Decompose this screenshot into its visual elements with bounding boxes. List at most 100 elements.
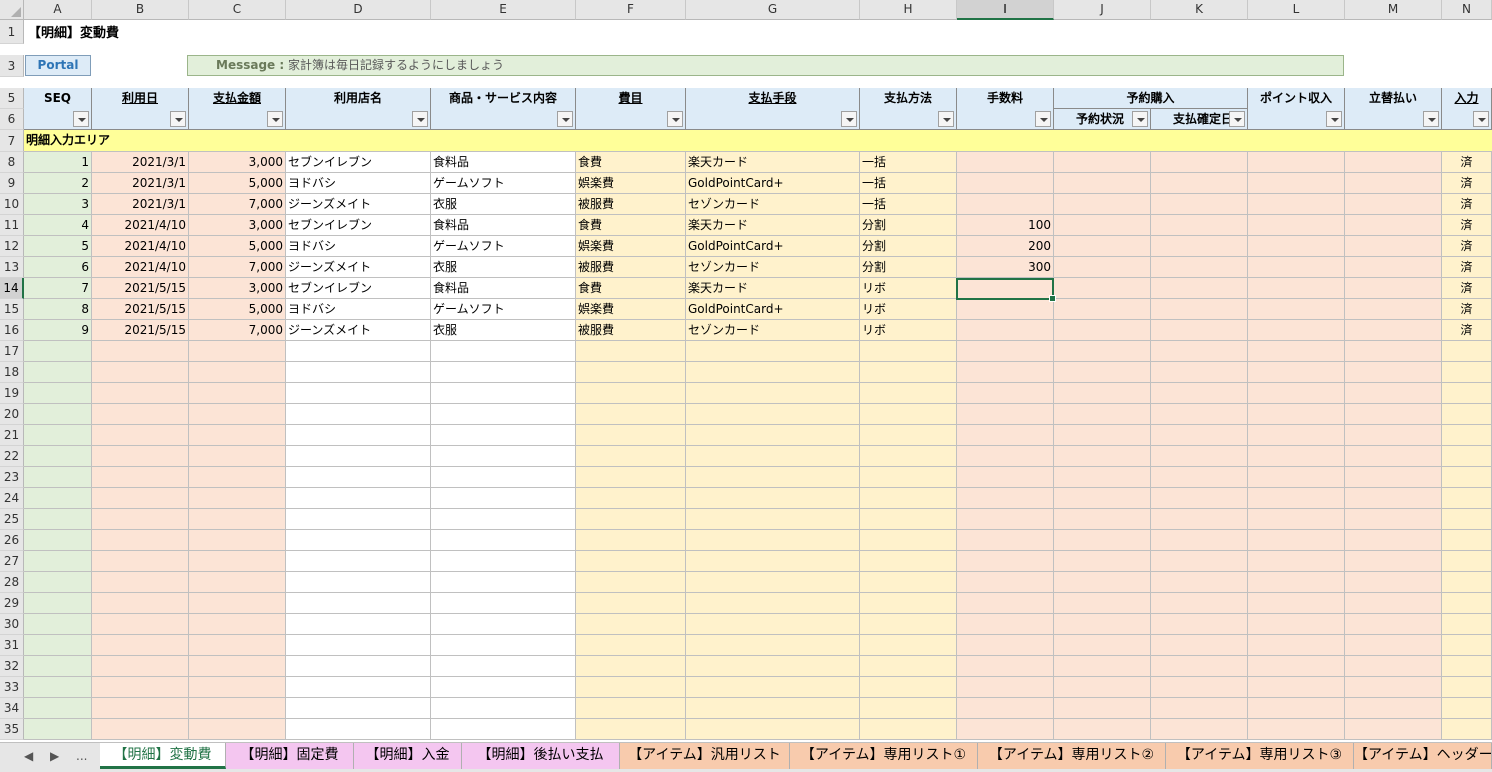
- cell-method[interactable]: [686, 404, 860, 425]
- select-all-corner[interactable]: [0, 0, 24, 20]
- cell-paytype[interactable]: 分割: [860, 236, 957, 257]
- cell-empty[interactable]: [1345, 341, 1442, 362]
- cell-item[interactable]: 衣服: [431, 257, 576, 278]
- column-header[interactable]: J: [1054, 0, 1151, 20]
- cell-paytype[interactable]: [860, 698, 957, 719]
- cell-date[interactable]: [92, 572, 189, 593]
- cell-date[interactable]: 2021/3/1: [92, 194, 189, 215]
- cell-input[interactable]: [1442, 341, 1492, 362]
- cell-empty[interactable]: [1248, 383, 1345, 404]
- cell-empty[interactable]: [1151, 467, 1248, 488]
- cell-fee[interactable]: [957, 614, 1054, 635]
- cell-amount[interactable]: [189, 677, 286, 698]
- cell-store[interactable]: ジーンズメイト: [286, 194, 431, 215]
- cell-seq[interactable]: 6: [24, 257, 92, 278]
- cell-seq[interactable]: [24, 404, 92, 425]
- cell-amount[interactable]: 5,000: [189, 236, 286, 257]
- cell-category[interactable]: 食費: [576, 152, 686, 173]
- cell-empty[interactable]: [1054, 677, 1151, 698]
- cell-store[interactable]: ヨドバシ: [286, 173, 431, 194]
- cell-empty[interactable]: [1248, 299, 1345, 320]
- cell-store[interactable]: [286, 551, 431, 572]
- cell-date[interactable]: [92, 530, 189, 551]
- cell-empty[interactable]: [1345, 362, 1442, 383]
- table-row[interactable]: [0, 362, 1492, 383]
- cell-category[interactable]: [576, 656, 686, 677]
- cell-item[interactable]: 食料品: [431, 215, 576, 236]
- cell-fee[interactable]: [957, 488, 1054, 509]
- cell-fee[interactable]: [957, 446, 1054, 467]
- cell-date[interactable]: [92, 404, 189, 425]
- cell-method[interactable]: [686, 509, 860, 530]
- more-sheets-icon[interactable]: ...: [76, 749, 87, 763]
- table-row[interactable]: 5 2021/4/10 5,000 ヨドバシ ゲームソフト 娯楽費 GoldPointCar…: [0, 236, 1492, 257]
- cell-empty[interactable]: [1248, 467, 1345, 488]
- column-header[interactable]: K: [1151, 0, 1248, 20]
- cell-paytype[interactable]: 一括: [860, 173, 957, 194]
- cell-input[interactable]: [1442, 719, 1492, 740]
- cell-store[interactable]: ジーンズメイト: [286, 257, 431, 278]
- sheet-tab[interactable]: 【アイテム】汎用リスト: [620, 743, 790, 769]
- cell-empty[interactable]: [1151, 194, 1248, 215]
- cell-empty[interactable]: [1345, 173, 1442, 194]
- cell-empty[interactable]: [1151, 656, 1248, 677]
- cell-input[interactable]: [1442, 467, 1492, 488]
- cell-category[interactable]: [576, 530, 686, 551]
- cell-category[interactable]: [576, 698, 686, 719]
- filter-dropdown-icon[interactable]: [170, 111, 186, 127]
- cell-date[interactable]: [92, 341, 189, 362]
- cell-method[interactable]: [686, 425, 860, 446]
- cell-fee[interactable]: [957, 467, 1054, 488]
- column-header[interactable]: I: [957, 0, 1054, 20]
- cell-category[interactable]: [576, 719, 686, 740]
- spreadsheet[interactable]: ABCDEFGHIJKLMN 1 3 5 6 7 8 9 10 11 12 13 14 15 16 17 18…: [0, 0, 1492, 742]
- cell-seq[interactable]: [24, 509, 92, 530]
- cell-empty[interactable]: [1345, 194, 1442, 215]
- table-row[interactable]: [0, 425, 1492, 446]
- cell-date[interactable]: [92, 467, 189, 488]
- table-row[interactable]: 6 2021/4/10 7,000 ジーンズメイト 衣服 被服費 セゾンカード 分割 300 済: [0, 257, 1492, 278]
- cell-store[interactable]: [286, 383, 431, 404]
- cell-fee[interactable]: [957, 404, 1054, 425]
- cell-store[interactable]: [286, 677, 431, 698]
- cell-seq[interactable]: [24, 341, 92, 362]
- cell-empty[interactable]: [1054, 530, 1151, 551]
- filter-dropdown-icon[interactable]: [667, 111, 683, 127]
- cell-store[interactable]: [286, 467, 431, 488]
- cell-method[interactable]: [686, 362, 860, 383]
- cell-date[interactable]: 2021/5/15: [92, 299, 189, 320]
- cell-seq[interactable]: [24, 614, 92, 635]
- cell-seq[interactable]: 4: [24, 215, 92, 236]
- filter-dropdown-icon[interactable]: [1326, 111, 1342, 127]
- cell-empty[interactable]: [1054, 572, 1151, 593]
- sheet-tab[interactable]: 【明細】入金: [354, 743, 462, 769]
- cell-item[interactable]: [431, 509, 576, 530]
- table-row[interactable]: [0, 383, 1492, 404]
- cell-input[interactable]: [1442, 551, 1492, 572]
- cell-category[interactable]: [576, 404, 686, 425]
- cell-method[interactable]: [686, 467, 860, 488]
- cell-fee[interactable]: [957, 593, 1054, 614]
- column-header[interactable]: C: [189, 0, 286, 20]
- cell-empty[interactable]: [1345, 656, 1442, 677]
- cell-input[interactable]: 済: [1442, 236, 1492, 257]
- cell-paytype[interactable]: [860, 614, 957, 635]
- cell-seq[interactable]: 3: [24, 194, 92, 215]
- cell-date[interactable]: 2021/3/1: [92, 152, 189, 173]
- cell-fee[interactable]: [957, 509, 1054, 530]
- cell-amount[interactable]: [189, 446, 286, 467]
- table-row[interactable]: 8 2021/5/15 5,000 ヨドバシ ゲームソフト 娯楽費 GoldPointCar…: [0, 299, 1492, 320]
- cell-date[interactable]: [92, 656, 189, 677]
- cell-method[interactable]: [686, 488, 860, 509]
- cell-empty[interactable]: [1345, 215, 1442, 236]
- cell-input[interactable]: 済: [1442, 320, 1492, 341]
- cell-date[interactable]: [92, 614, 189, 635]
- cell-item[interactable]: 食料品: [431, 278, 576, 299]
- cell-method[interactable]: セゾンカード: [686, 257, 860, 278]
- cell-item[interactable]: [431, 698, 576, 719]
- row-header[interactable]: 5: [0, 88, 24, 109]
- cell-empty[interactable]: [1151, 278, 1248, 299]
- cell-method[interactable]: 楽天カード: [686, 278, 860, 299]
- cell-paytype[interactable]: リボ: [860, 320, 957, 341]
- cell-amount[interactable]: 7,000: [189, 194, 286, 215]
